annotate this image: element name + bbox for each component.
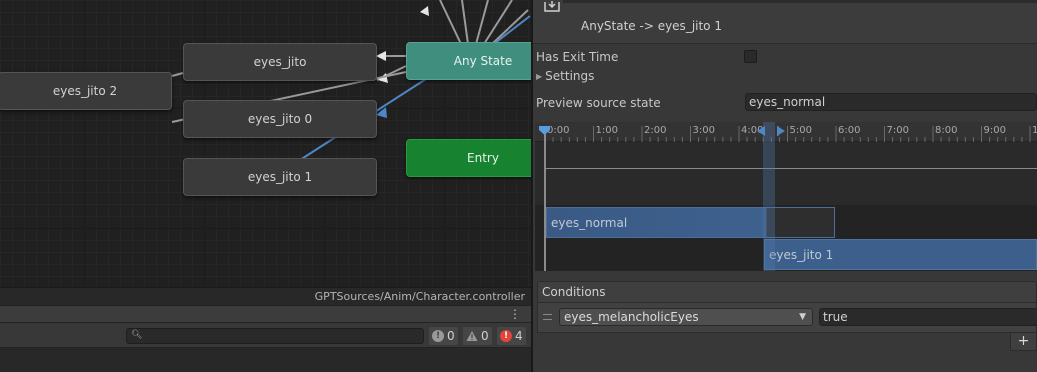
source-clip-label: eyes_normal: [551, 216, 628, 230]
ruler-tick-label: 3:00: [692, 125, 715, 136]
preview-source-field[interactable]: eyes_normal: [745, 93, 1037, 111]
ruler-tick-label: 0:00: [547, 125, 570, 136]
error-count: 4: [515, 329, 523, 343]
info-count: 0: [447, 329, 455, 343]
conditions-header: Conditions: [537, 281, 1037, 303]
transition-end-handle[interactable]: [777, 126, 785, 136]
source-clip[interactable]: eyes_normal: [546, 207, 835, 238]
transition-start-handle[interactable]: [757, 126, 765, 136]
playhead-handle[interactable]: [539, 126, 550, 135]
ruler-tick-label: 5:00: [789, 125, 812, 136]
drag-handle-icon[interactable]: [543, 314, 552, 320]
has-exit-time-label: Has Exit Time: [536, 50, 619, 64]
ruler-tick-label: 9:00: [983, 125, 1006, 136]
settings-label: Settings: [545, 69, 595, 83]
animator-graph[interactable]: eyes_jito 2 eyes_jito eyes_jito 0 eyes_j…: [0, 0, 531, 287]
state-node-label: Any State: [453, 54, 513, 68]
controller-path: GPTSources/Anim/Character.controller: [0, 287, 531, 305]
source-clip-tail: [766, 208, 834, 237]
add-condition-button[interactable]: +: [1010, 333, 1037, 351]
transition-timeline[interactable]: 0:00 1:00 2:00 3:00 4:00 5:00 6:00 7:00 8:00 9:00…: [535, 122, 1037, 271]
settings-foldout[interactable]: ▶ Settings: [536, 69, 594, 83]
any-state-node[interactable]: Any State: [406, 42, 531, 80]
caret-right-icon: ▶: [536, 71, 543, 81]
console-log-area: [0, 348, 531, 372]
state-node-eyes-jito[interactable]: eyes_jito: [183, 43, 377, 81]
timeline-ruler: 0:00 1:00 2:00 3:00 4:00 5:00 6:00 7:00 8:00 9:00…: [535, 122, 1037, 142]
condition-parameter-dropdown[interactable]: eyes_melancholicEyes ▼: [559, 308, 813, 326]
info-count-toggle[interactable]: ! 0: [429, 327, 458, 345]
chevron-down-icon: ▼: [799, 312, 806, 322]
ruler-tick-label: 10:00: [1032, 125, 1037, 136]
search-icon: 🔍︎: [131, 330, 143, 340]
state-node-label: eyes_jito 2: [52, 84, 118, 98]
warning-count-toggle[interactable]: 0: [463, 327, 492, 345]
transition-title: AnyState -> eyes_jito 1: [581, 19, 722, 33]
more-options-icon[interactable]: ⋮: [509, 307, 521, 321]
state-node-eyes-jito-1[interactable]: eyes_jito 1: [183, 158, 377, 196]
ruler-tick-label: 6:00: [838, 125, 861, 136]
warning-icon: [466, 331, 478, 341]
ruler-tick-label: 8:00: [935, 125, 958, 136]
condition-parameter-value: eyes_melancholicEyes: [564, 310, 699, 324]
console-toolbar: 🔍︎ ! 0 0 ! 4: [0, 322, 531, 348]
error-count-toggle[interactable]: ! 4: [497, 327, 526, 345]
target-clip[interactable]: eyes_jito 1: [764, 239, 1037, 270]
timeline-track-line: [545, 168, 1037, 169]
unity-editor: eyes_jito 2 eyes_jito eyes_jito 0 eyes_j…: [0, 0, 1037, 372]
ruler-tick-label: 1:00: [595, 125, 618, 136]
state-node-label: eyes_jito 1: [247, 170, 313, 184]
state-node-eyes-jito-0[interactable]: eyes_jito 0: [183, 100, 377, 138]
has-exit-time-checkbox[interactable]: [744, 50, 757, 63]
inspector-header: AnyState -> eyes_jito 1: [533, 0, 1037, 44]
transition-duration-band[interactable]: [763, 122, 775, 271]
header-bar: [563, 0, 1037, 3]
console-tab-strip: ⋮: [0, 305, 531, 322]
target-clip-label: eyes_jito 1: [769, 248, 834, 262]
entry-node[interactable]: Entry: [406, 139, 531, 177]
info-icon: !: [432, 330, 444, 342]
state-node-label: eyes_jito 0: [247, 112, 313, 126]
inspector-panel: AnyState -> eyes_jito 1 Has Exit Time ▶ …: [533, 0, 1037, 372]
state-node-eyes-jito-2[interactable]: eyes_jito 2: [0, 72, 172, 110]
state-node-label: Entry: [467, 151, 499, 165]
error-icon: !: [500, 330, 512, 342]
transition-icon: [544, 1, 560, 12]
playhead-line: [544, 132, 546, 271]
condition-value-field[interactable]: true: [819, 308, 1037, 326]
ruler-tick-label: 7:00: [886, 125, 909, 136]
state-node-label: eyes_jito: [253, 55, 307, 69]
warning-count: 0: [481, 329, 489, 343]
console-search-input[interactable]: 🔍︎: [126, 328, 424, 344]
ruler-tick-label: 2:00: [644, 125, 667, 136]
preview-source-label: Preview source state: [536, 96, 661, 110]
conditions-list: eyes_melancholicEyes ▼ true: [537, 303, 1037, 333]
